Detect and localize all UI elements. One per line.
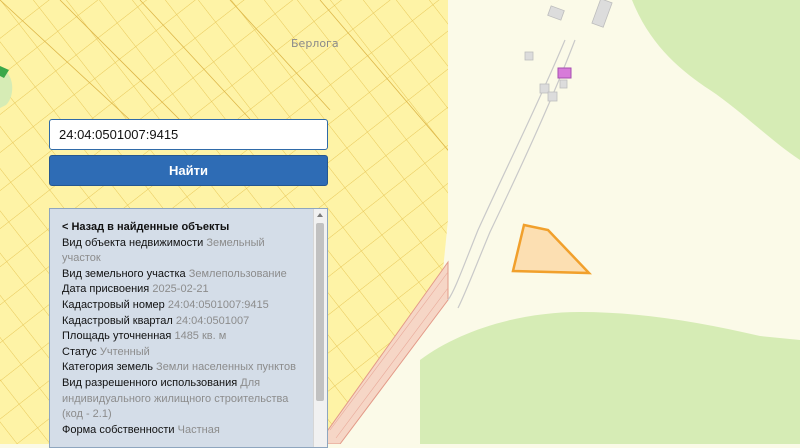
info-value: Частная (177, 423, 220, 436)
info-value: 24:04:0501007:9415 (167, 298, 269, 311)
info-row: Кадастровый номер 24:04:0501007:9415 (62, 298, 305, 314)
scroll-thumb[interactable] (316, 223, 324, 401)
back-to-results-link[interactable]: < Назад в найденные объекты (62, 220, 305, 236)
marker-magenta-building (557, 67, 572, 79)
info-label: Форма собственности (62, 423, 175, 436)
info-value: 1485 кв. м (174, 330, 227, 343)
object-info-panel: < Назад в найденные объекты Вид объекта … (49, 208, 328, 448)
info-label: Категория земель (62, 361, 153, 374)
info-row: Дата присвоения 2025-02-21 (62, 282, 305, 298)
info-value: Землепользование (188, 267, 287, 280)
info-content: < Назад в найденные объекты Вид объекта … (50, 209, 313, 438)
info-row: Площадь уточненная 1485 кв. м (62, 329, 305, 345)
scroll-up-arrow-icon[interactable] (317, 213, 323, 217)
info-value: Учтенный (99, 345, 150, 358)
info-label: Статус (62, 345, 97, 358)
info-label: Вид объекта недвижимости (62, 236, 204, 249)
info-label: Площадь уточненная (62, 330, 172, 343)
info-row: Вид объекта недвижимости Земельный участ… (62, 236, 305, 267)
find-button[interactable]: Найти (49, 155, 328, 186)
info-row: Форма собственности Частная (62, 423, 305, 439)
info-row: Кадастровый квартал 24:04:0501007 (62, 314, 305, 330)
info-label: Дата присвоения (62, 283, 150, 296)
place-label-berloga: Берлога (291, 37, 339, 50)
info-value: 2025-02-21 (152, 283, 209, 296)
info-value: 24:04:0501007 (175, 314, 250, 327)
info-row: Вид земельного участка Землепользование (62, 267, 305, 283)
panel-scrollbar[interactable] (313, 209, 327, 447)
info-row: Вид разрешенного использования Для индив… (62, 376, 305, 423)
info-label: Кадастровый квартал (62, 314, 173, 327)
cadastral-search-input[interactable] (49, 119, 328, 150)
info-row: Статус Учтенный (62, 345, 305, 361)
info-value: Земли населенных пунктов (156, 361, 296, 374)
info-row: Категория земель Земли населенных пункто… (62, 360, 305, 376)
info-label: Кадастровый номер (62, 298, 165, 311)
info-label: Вид разрешенного использования (62, 376, 238, 389)
info-label: Вид земельного участка (62, 267, 186, 280)
